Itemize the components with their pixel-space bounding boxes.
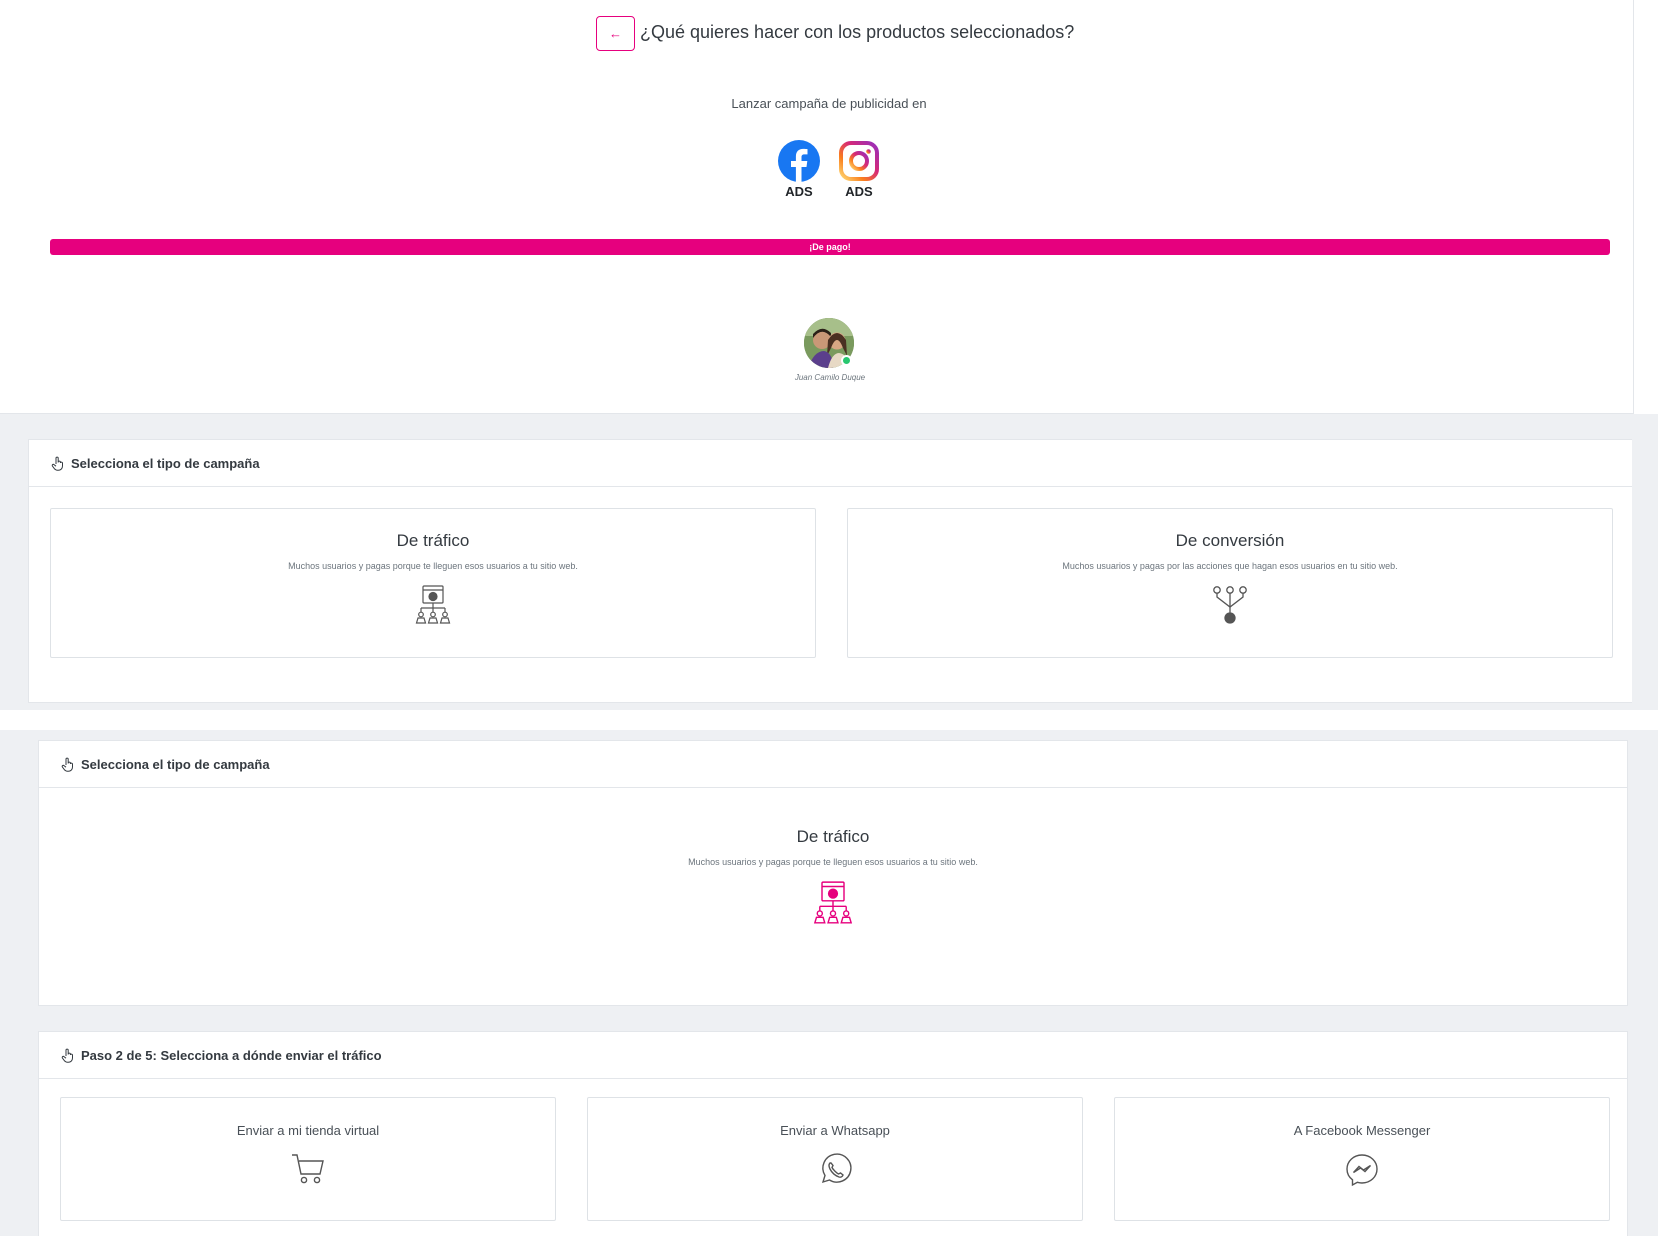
conversion-desc: Muchos usuarios y pagas por las acciones… [1062, 561, 1398, 571]
messenger-icon [1115, 1152, 1609, 1188]
facebook-icon [778, 140, 820, 182]
instagram-ads-label: ADS [845, 184, 873, 199]
instagram-ads-button[interactable]: ADS [838, 140, 880, 199]
facebook-ads-button[interactable]: ADS [778, 140, 820, 199]
step2-title: Paso 2 de 5: Selecciona a dónde enviar e… [81, 1047, 382, 1063]
arrow-left-icon: ← [609, 26, 622, 41]
traffic-network-icon [39, 881, 1627, 925]
step2-card: Paso 2 de 5: Selecciona a dónde enviar e… [38, 1031, 1628, 1236]
hand-pointer-icon [51, 456, 65, 471]
back-button[interactable]: ← [596, 16, 635, 51]
ad-platforms: ADS ADS [778, 140, 880, 199]
whatsapp-icon [588, 1152, 1082, 1188]
step2-header: Paso 2 de 5: Selecciona a dónde enviar e… [39, 1032, 1627, 1079]
campaign-type-card: Selecciona el tipo de campaña De tráfico… [28, 439, 1632, 703]
dest-messenger-label: A Facebook Messenger [1293, 1123, 1431, 1138]
user-name: Juan Camilo Duque [794, 373, 866, 382]
traffic-desc: Muchos usuarios y pagas porque te llegue… [288, 561, 578, 571]
instagram-icon [839, 141, 879, 181]
hand-pointer-icon [61, 1048, 75, 1063]
section-gap [0, 710, 1658, 730]
traffic-title: De tráfico [396, 531, 470, 550]
dest-store-label: Enviar a mi tienda virtual [236, 1123, 380, 1138]
online-status-dot [841, 355, 852, 366]
selected-campaign-title: Selecciona el tipo de campaña [81, 756, 270, 772]
selected-traffic-option[interactable]: De tráfico Muchos usuarios y pagas porqu… [39, 789, 1627, 925]
cart-icon [61, 1152, 555, 1186]
selected-campaign-header: Selecciona el tipo de campaña [39, 741, 1627, 788]
dest-store-option[interactable]: Enviar a mi tienda virtual [60, 1097, 556, 1221]
traffic-network-icon [51, 585, 815, 625]
conversion-title: De conversión [1175, 531, 1285, 550]
campaign-type-title: Selecciona el tipo de campaña [71, 455, 260, 471]
dest-whatsapp-label: Enviar a Whatsapp [780, 1123, 890, 1138]
launch-text: Lanzar campaña de publicidad en [731, 96, 927, 111]
page-question: ¿Qué quieres hacer con los productos sel… [640, 22, 1075, 42]
hand-pointer-icon [61, 757, 75, 772]
conversion-funnel-icon [848, 585, 1612, 625]
facebook-ads-label: ADS [785, 184, 813, 199]
dest-whatsapp-option[interactable]: Enviar a Whatsapp [587, 1097, 1083, 1221]
traffic-option[interactable]: De tráfico Muchos usuarios y pagas porqu… [50, 508, 816, 658]
selected-traffic-title: De tráfico [796, 827, 870, 846]
dest-messenger-option[interactable]: A Facebook Messenger [1114, 1097, 1610, 1221]
campaign-type-header: Selecciona el tipo de campaña [29, 440, 1632, 487]
selected-traffic-desc: Muchos usuarios y pagas porque te llegue… [688, 857, 978, 867]
selected-campaign-card: Selecciona el tipo de campaña De tráfico… [38, 740, 1628, 1006]
paid-banner: ¡De pago! [50, 239, 1610, 255]
conversion-option[interactable]: De conversión Muchos usuarios y pagas po… [847, 508, 1613, 658]
